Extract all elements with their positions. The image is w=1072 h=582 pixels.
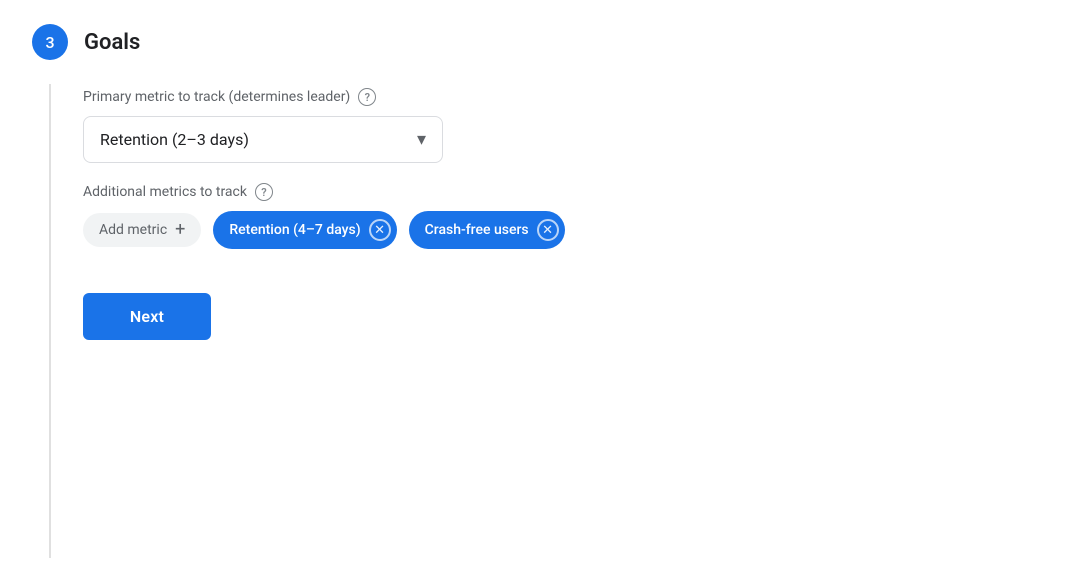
primary-metric-group: Primary metric to track (determines lead…	[83, 88, 1040, 163]
additional-metrics-label: Additional metrics to track ?	[83, 183, 1040, 201]
add-metric-button[interactable]: Add metric +	[83, 213, 201, 247]
metric-tag-label: Retention (4–7 days)	[229, 222, 360, 238]
step-divider	[49, 84, 51, 558]
primary-metric-value: Retention (2–3 days)	[100, 130, 249, 149]
dropdown-arrow-icon: ▾	[417, 129, 426, 150]
metric-tag-retention-4-7: Retention (4–7 days) ✕	[213, 211, 396, 249]
add-metric-label: Add metric	[99, 222, 167, 238]
metric-tag-label: Crash-free users	[425, 222, 529, 238]
additional-metrics-group: Additional metrics to track ? Add metric…	[83, 183, 1040, 249]
primary-metric-help-icon[interactable]: ?	[358, 88, 376, 106]
step-badge: 3	[32, 24, 68, 60]
metrics-row: Add metric + Retention (4–7 days) ✕ Cras…	[83, 211, 1040, 249]
next-button[interactable]: Next	[83, 293, 211, 340]
plus-icon: +	[175, 221, 185, 239]
remove-tag-2-button[interactable]: ✕	[537, 219, 559, 241]
page-title: Goals	[84, 30, 140, 55]
additional-metrics-help-icon[interactable]: ?	[255, 183, 273, 201]
footer-area: Next	[83, 293, 1040, 340]
primary-metric-dropdown[interactable]: Retention (2–3 days) ▾	[83, 116, 443, 163]
remove-tag-1-button[interactable]: ✕	[369, 219, 391, 241]
primary-metric-label: Primary metric to track (determines lead…	[83, 88, 1040, 106]
metric-tag-crash-free: Crash-free users ✕	[409, 211, 565, 249]
form-area: Primary metric to track (determines lead…	[83, 84, 1040, 558]
